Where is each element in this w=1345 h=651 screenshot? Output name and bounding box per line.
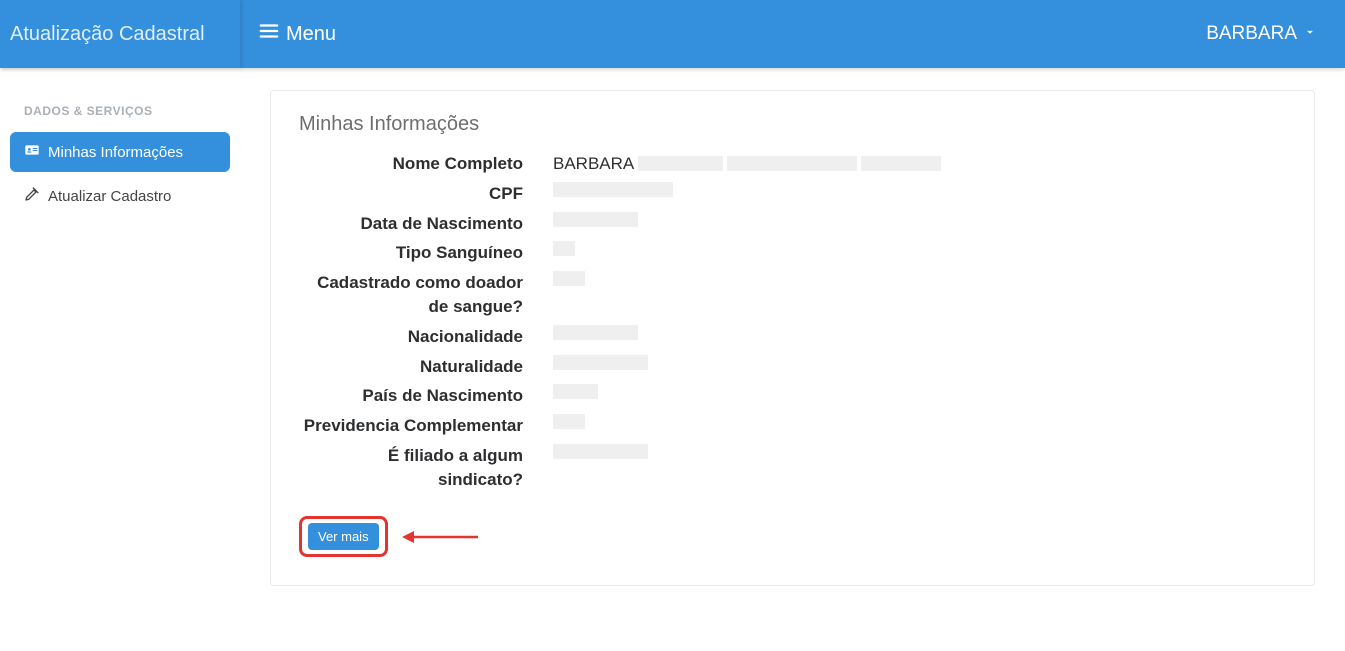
info-row: País de Nascimento xyxy=(299,384,1286,408)
info-label: Tipo Sanguíneo xyxy=(299,241,529,265)
redacted-block xyxy=(553,444,648,459)
info-row: É filiado a algum sindicato? xyxy=(299,444,1286,492)
sidebar-item-atualizar-cadastro[interactable]: Atualizar Cadastro xyxy=(10,176,230,216)
info-label: Nome Completo xyxy=(299,152,529,176)
info-row: Naturalidade xyxy=(299,355,1286,379)
sidebar-item-label: Atualizar Cadastro xyxy=(48,188,171,205)
hamburger-icon xyxy=(258,20,280,48)
ver-mais-button[interactable]: Ver mais xyxy=(308,523,379,550)
info-row: Cadastrado como doador de sangue? xyxy=(299,271,1286,319)
redacted-block xyxy=(553,212,638,227)
info-value xyxy=(529,384,598,399)
redacted-block xyxy=(553,325,638,340)
sidebar-item-minhas-informacoes[interactable]: Minhas Informações xyxy=(10,132,230,172)
info-value xyxy=(529,241,575,256)
info-row: Previdencia Complementar xyxy=(299,414,1286,438)
info-label: País de Nascimento xyxy=(299,384,529,408)
info-label: Cadastrado como doador de sangue? xyxy=(299,271,529,319)
redacted-block xyxy=(727,156,857,171)
caret-down-icon xyxy=(1303,23,1317,45)
sidebar-item-label: Minhas Informações xyxy=(48,144,183,161)
menu-label: Menu xyxy=(286,23,336,46)
info-row: Tipo Sanguíneo xyxy=(299,241,1286,265)
info-card: Minhas Informações Nome Completo BARBARA… xyxy=(270,90,1315,586)
content-area: Minhas Informações Nome Completo BARBARA… xyxy=(240,68,1345,586)
info-row: Data de Nascimento xyxy=(299,212,1286,236)
info-value xyxy=(529,325,638,340)
info-label: Previdencia Complementar xyxy=(299,414,529,438)
sidebar-section-heading: DADOS & SERVIÇOS xyxy=(10,96,230,132)
info-label: Data de Nascimento xyxy=(299,212,529,236)
info-label: CPF xyxy=(299,182,529,206)
info-value xyxy=(529,444,648,459)
info-value xyxy=(529,355,648,370)
edit-icon xyxy=(24,186,40,206)
sidebar: DADOS & SERVIÇOS Minhas Informações Atua… xyxy=(0,68,240,586)
redacted-block xyxy=(861,156,941,171)
info-value xyxy=(529,414,585,429)
menu-toggle[interactable]: Menu xyxy=(240,20,336,48)
redacted-block xyxy=(553,414,585,429)
redacted-block xyxy=(638,156,723,171)
id-card-icon xyxy=(24,142,40,162)
info-row: Nome Completo BARBARA xyxy=(299,152,1286,176)
info-row: CPF xyxy=(299,182,1286,206)
ver-mais-highlight: Ver mais xyxy=(299,516,388,557)
info-value-text: BARBARA xyxy=(553,152,634,176)
redacted-block xyxy=(553,384,598,399)
user-name: BARBARA xyxy=(1206,23,1297,45)
redacted-block xyxy=(553,182,673,197)
info-value: BARBARA xyxy=(529,152,941,176)
user-dropdown[interactable]: BARBARA xyxy=(1206,23,1317,45)
info-value xyxy=(529,271,585,286)
info-label: Naturalidade xyxy=(299,355,529,379)
info-label: Nacionalidade xyxy=(299,325,529,349)
info-label: É filiado a algum sindicato? xyxy=(299,444,529,492)
redacted-block xyxy=(553,271,585,286)
redacted-block xyxy=(553,355,648,370)
redacted-block xyxy=(553,241,575,256)
brand-title: Atualização Cadastral xyxy=(0,0,240,68)
info-value xyxy=(529,182,673,197)
annotation-arrow-icon xyxy=(400,527,480,547)
info-value xyxy=(529,212,638,227)
top-bar: Atualização Cadastral Menu BARBARA xyxy=(0,0,1345,68)
card-title: Minhas Informações xyxy=(299,113,1286,136)
info-row: Nacionalidade xyxy=(299,325,1286,349)
